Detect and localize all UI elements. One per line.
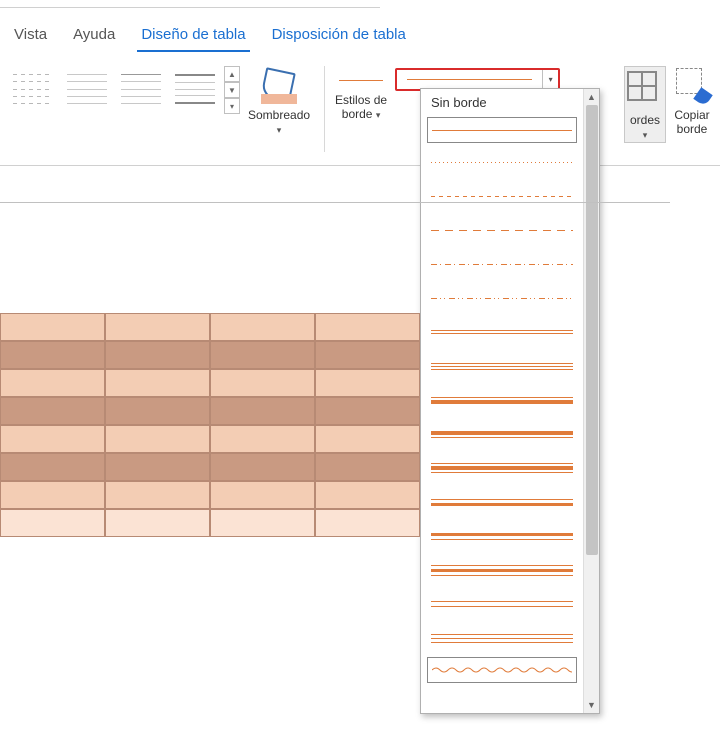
tab-diseno-tabla[interactable]: Diseño de tabla [137, 26, 249, 52]
table-styles-group: ▲ ▼ ▾ Sombreado ▾ [0, 66, 324, 165]
bordes-label: ordes [630, 113, 660, 127]
ribbon-tabs: Vista Ayuda Diseño de tabla Disposición … [0, 0, 720, 60]
document-page[interactable] [0, 202, 670, 722]
tab-ayuda[interactable]: Ayuda [69, 26, 119, 52]
scroll-up-button[interactable]: ▲ [584, 89, 599, 105]
titlebar-remnant [0, 0, 380, 8]
tab-vista[interactable]: Vista [10, 26, 51, 52]
table-row[interactable] [0, 453, 420, 481]
chevron-down-icon: ▾ [277, 125, 282, 135]
table-row[interactable] [0, 481, 420, 509]
border-sample-line [339, 80, 383, 81]
grid-icon [627, 71, 663, 109]
chevron-down-icon: ▾ [376, 110, 381, 120]
table-row[interactable] [0, 341, 420, 369]
border-option-dotted[interactable] [421, 145, 583, 179]
sombreado-label: Sombreado [248, 108, 310, 122]
copiar-borde-label: Copiar borde [674, 108, 709, 136]
table-style-4[interactable] [171, 68, 219, 110]
document-area [0, 166, 720, 722]
bordes-button[interactable]: ordes ▾ [624, 66, 666, 143]
bucket-icon [261, 66, 297, 104]
sombreado-button[interactable]: Sombreado ▾ [240, 66, 318, 137]
table-row[interactable] [0, 397, 420, 425]
table-style-1[interactable] [9, 68, 57, 110]
copiar-borde-button[interactable]: Copiar borde [666, 66, 718, 143]
table-row[interactable] [0, 425, 420, 453]
border-preview-line [407, 79, 532, 80]
table-row[interactable] [0, 509, 420, 537]
estilos-borde-button[interactable]: Estilos de borde ▾ [331, 66, 391, 122]
border-style-dropdown-button[interactable]: ▾ [542, 70, 558, 89]
tab-disposicion-tabla[interactable]: Disposición de tabla [268, 26, 410, 52]
sample-table[interactable] [0, 313, 420, 537]
border-option-none[interactable]: Sin borde [421, 89, 583, 115]
styles-up-button[interactable]: ▲ [224, 66, 240, 82]
styles-down-button[interactable]: ▼ [224, 82, 240, 98]
table-row[interactable] [0, 313, 420, 341]
format-painter-icon [674, 66, 710, 104]
chevron-down-icon: ▾ [643, 130, 648, 140]
table-style-2[interactable] [63, 68, 111, 110]
table-styles-spinner: ▲ ▼ ▾ [224, 66, 240, 114]
styles-more-button[interactable]: ▾ [224, 98, 240, 114]
table-style-3[interactable] [117, 68, 165, 110]
ribbon: ▲ ▼ ▾ Sombreado ▾ Estilos de borde ▾ ▾ [0, 60, 720, 166]
table-row[interactable] [0, 369, 420, 397]
sin-borde-label: Sin borde [431, 95, 487, 110]
border-option-thin-solid[interactable] [427, 117, 577, 143]
